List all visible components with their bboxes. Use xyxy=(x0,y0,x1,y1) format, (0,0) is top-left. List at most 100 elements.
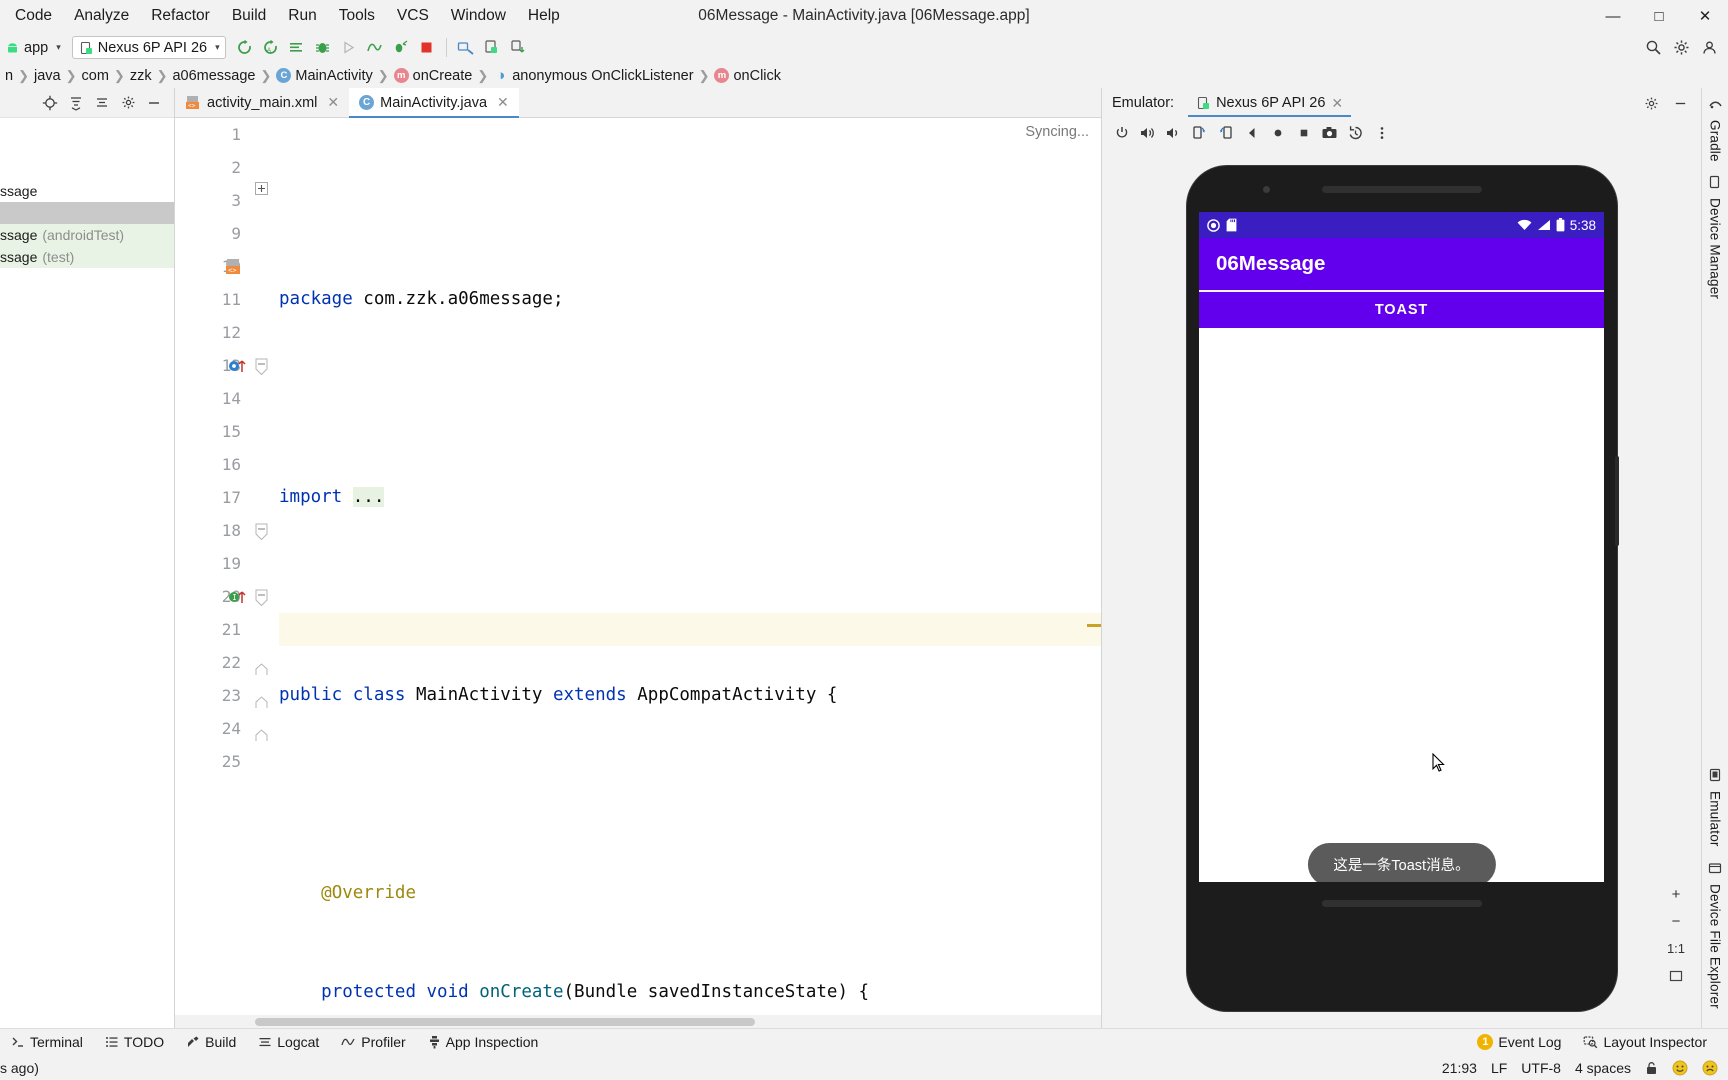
android-resource-marker-icon[interactable]: <> xyxy=(225,258,244,277)
sad-face-icon[interactable] xyxy=(1702,1060,1718,1076)
fold-end-icon[interactable] xyxy=(255,729,268,742)
emulator-icon[interactable] xyxy=(1708,768,1722,782)
fold-end-icon[interactable] xyxy=(255,696,268,709)
fold-collapse-icon[interactable] xyxy=(255,523,268,541)
code-line[interactable] xyxy=(279,382,1101,415)
rotate-history-icon[interactable] xyxy=(1343,121,1368,145)
device-file-explorer-icon[interactable] xyxy=(1708,861,1722,875)
emulator-display-area[interactable]: 5:38 06Message TOAST 这是一条Toast消息。 + − 1:… xyxy=(1102,148,1701,1028)
tool-logcat[interactable]: Logcat xyxy=(247,1030,330,1054)
implementing-method-marker-icon[interactable]: I xyxy=(228,588,250,606)
sync-gradle-icon[interactable] xyxy=(232,36,258,60)
tool-label-device-manager[interactable]: Device Manager xyxy=(1708,189,1723,308)
indent-setting[interactable]: 4 spaces xyxy=(1575,1060,1631,1076)
line-separator[interactable]: LF xyxy=(1491,1060,1507,1076)
editor-horizontal-scrollbar[interactable] xyxy=(175,1015,1101,1028)
profile-icon[interactable] xyxy=(362,36,388,60)
settings-icon[interactable] xyxy=(1638,91,1664,115)
menu-item-vcs[interactable]: VCS xyxy=(386,4,440,28)
breadcrumb-item-mainactivity[interactable]: C MainActivity xyxy=(273,68,375,84)
overview-icon[interactable] xyxy=(1291,121,1316,145)
fold-collapse-icon[interactable] xyxy=(255,358,268,376)
lock-icon[interactable] xyxy=(1645,1061,1658,1075)
fold-collapse-icon[interactable] xyxy=(255,589,268,607)
back-icon[interactable] xyxy=(1239,121,1264,145)
module-selector[interactable]: app ▾ xyxy=(6,36,66,59)
device-manager-icon[interactable] xyxy=(1708,175,1722,189)
volume-button[interactable] xyxy=(1614,456,1619,546)
emulated-device[interactable]: 5:38 06Message TOAST 这是一条Toast消息。 xyxy=(1186,166,1619,1011)
code-line[interactable]: package com.zzk.a06message; xyxy=(279,283,1101,316)
code-line[interactable] xyxy=(279,580,1101,613)
fit-to-window-button[interactable] xyxy=(1663,963,1689,988)
scrollbar-thumb[interactable] xyxy=(255,1018,755,1026)
breadcrumb-item-com[interactable]: com xyxy=(79,68,112,84)
file-encoding[interactable]: UTF-8 xyxy=(1521,1060,1561,1076)
zoom-out-button[interactable]: − xyxy=(1663,909,1689,934)
device-manager-icon[interactable] xyxy=(479,36,505,60)
breadcrumb-item-zzk[interactable]: zzk xyxy=(127,68,155,84)
close-button[interactable]: ✕ xyxy=(1682,0,1728,32)
tool-label-gradle[interactable]: Gradle xyxy=(1708,111,1723,171)
sdk-manager-icon[interactable] xyxy=(505,36,531,60)
maximize-button[interactable]: □ xyxy=(1636,0,1682,32)
emulator-tab[interactable]: Nexus 6P API 26 ✕ xyxy=(1188,90,1352,117)
project-tree[interactable]: ssage ssage (androidTest) ssage (test) xyxy=(0,118,174,1028)
device-screen[interactable]: 5:38 06Message TOAST 这是一条Toast消息。 xyxy=(1199,212,1604,882)
tool-layout-inspector[interactable]: Layout Inspector xyxy=(1572,1030,1718,1054)
tool-build[interactable]: Build xyxy=(175,1030,247,1054)
hide-panel-icon[interactable] xyxy=(142,92,166,114)
actual-size-button[interactable]: 1:1 xyxy=(1663,936,1689,961)
sync-all-icon[interactable]: A xyxy=(258,36,284,60)
collapse-all-icon[interactable] xyxy=(90,92,114,114)
caret-position[interactable]: 21:93 xyxy=(1442,1060,1477,1076)
tool-todo[interactable]: TODO xyxy=(94,1030,175,1054)
fold-end-icon[interactable] xyxy=(255,663,268,676)
code-line[interactable] xyxy=(279,778,1101,811)
breadcrumb-item-anonymous[interactable]: ◑ anonymous OnClickListener xyxy=(490,67,696,84)
avd-manager-icon[interactable] xyxy=(284,36,310,60)
code-text[interactable]: package com.zzk.a06message; import ... p… xyxy=(279,118,1101,1015)
menu-item-window[interactable]: Window xyxy=(440,4,517,28)
more-icon[interactable] xyxy=(1369,121,1394,145)
breadcrumb-item-onclick[interactable]: m onClick xyxy=(711,68,784,84)
menu-item-help[interactable]: Help xyxy=(517,4,571,28)
menu-item-refactor[interactable]: Refactor xyxy=(140,4,221,28)
minimize-button[interactable]: — xyxy=(1590,0,1636,32)
tool-label-device-file-explorer[interactable]: Device File Explorer xyxy=(1708,875,1723,1018)
code-editor[interactable]: Syncing... 1 2 3 9 10 11 12 13 14 15 16 … xyxy=(175,118,1101,1015)
rotate-right-icon[interactable] xyxy=(1213,121,1238,145)
tree-row[interactable]: ssage (test) xyxy=(0,246,174,268)
tree-row[interactable]: ssage (androidTest) xyxy=(0,224,174,246)
expand-all-icon[interactable] xyxy=(64,92,88,114)
volume-up-icon[interactable] xyxy=(1135,121,1160,145)
attach-debugger-icon[interactable] xyxy=(388,36,414,60)
tree-row[interactable]: ssage xyxy=(0,180,174,202)
power-icon[interactable] xyxy=(1109,121,1134,145)
breadcrumb-item-oncreate[interactable]: m onCreate xyxy=(391,68,476,84)
code-line[interactable]: import ... xyxy=(279,481,1101,514)
close-icon[interactable]: ✕ xyxy=(327,94,339,111)
fold-expand-icon[interactable] xyxy=(255,182,268,195)
tool-label-emulator[interactable]: Emulator xyxy=(1708,782,1723,856)
home-icon[interactable] xyxy=(1265,121,1290,145)
breadcrumb-item-n[interactable]: n xyxy=(2,68,16,84)
settings-icon[interactable] xyxy=(116,92,140,114)
code-line[interactable]: public class MainActivity extends AppCom… xyxy=(279,679,1101,712)
settings-icon[interactable] xyxy=(1668,36,1694,60)
override-method-marker-icon[interactable] xyxy=(228,357,250,375)
app-content-area[interactable]: 这是一条Toast消息。 xyxy=(1199,328,1604,882)
screenshot-icon[interactable] xyxy=(1317,121,1342,145)
tool-app-inspection[interactable]: App Inspection xyxy=(417,1030,550,1054)
tab-activity-main-xml[interactable]: <> activity_main.xml ✕ xyxy=(175,88,349,117)
locate-icon[interactable] xyxy=(38,92,62,114)
zoom-in-button[interactable]: + xyxy=(1663,882,1689,907)
tool-terminal[interactable]: Terminal xyxy=(0,1030,94,1054)
menu-item-analyze[interactable]: Analyze xyxy=(63,4,140,28)
code-folding-gutter[interactable] xyxy=(251,118,279,1015)
menu-item-run[interactable]: Run xyxy=(277,4,327,28)
stop-icon[interactable] xyxy=(414,36,440,60)
close-icon[interactable]: ✕ xyxy=(497,94,509,111)
code-line[interactable]: protected void onCreate(Bundle savedInst… xyxy=(279,976,1101,1009)
device-selector[interactable]: Nexus 6P API 26 ▾ xyxy=(71,36,226,59)
